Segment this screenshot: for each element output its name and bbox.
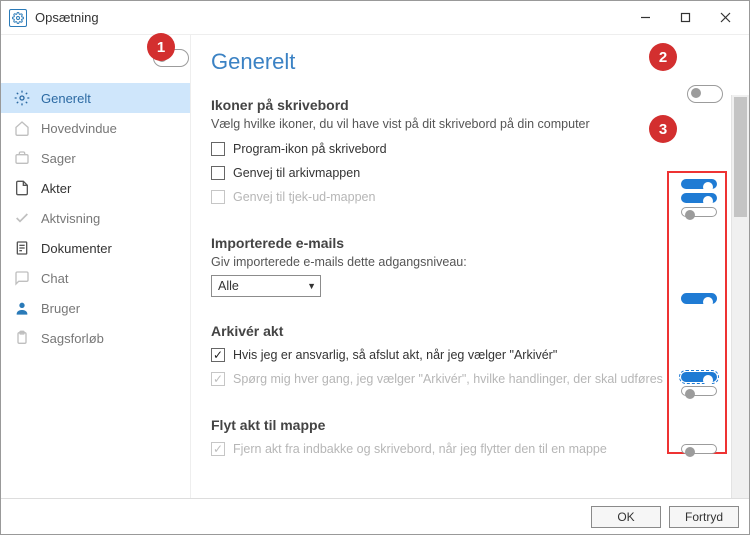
section-desktop-icons: Ikoner på skrivebord Vælg hvilke ikoner,… [211,97,713,209]
sidebar-item-label: Sagsforløb [41,331,104,346]
toggle-remove-on-move[interactable] [681,444,717,454]
sidebar-item-label: Generelt [41,91,91,106]
sidebar-item-label: Aktvisning [41,211,100,226]
toggle-email-access[interactable] [681,293,717,303]
dialog-footer: OK Fortryd [1,498,749,534]
checkbox-label: Genvej til tjek-ud-mappen [233,190,375,204]
main-pane: 2 3 Generelt Ikoner på skrivebord Vælg h… [191,35,749,498]
sidebar-item-sagsforlob[interactable]: Sagsforløb [1,323,190,353]
check-icon [13,210,31,226]
scrollbar[interactable] [731,95,749,498]
checkbox-icon [211,190,225,204]
toggle-program-icon[interactable] [681,179,717,189]
checkbox-icon [211,348,225,362]
toggle-checkout-shortcut[interactable] [681,207,717,217]
sidebar-item-label: Sager [41,151,76,166]
toggle-ask-on-archive[interactable] [681,386,717,396]
home-icon [13,120,31,136]
access-level-select[interactable]: Alle ▼ [211,275,321,297]
scrollbar-thumb[interactable] [734,97,747,217]
checkbox-finish-on-archive[interactable]: Hvis jeg er ansvarlig, så afslut akt, nå… [211,343,713,367]
user-icon [13,300,31,316]
checkbox-ask-on-archive: Spørg mig hver gang, jeg vælger "Arkivér… [211,367,713,391]
sidebar-item-label: Bruger [41,301,80,316]
callout-marker-2: 2 [649,43,677,71]
callout-marker-3: 3 [649,115,677,143]
titlebar: Opsætning [1,1,749,35]
callout-marker-1: 1 [147,33,175,61]
section-heading: Flyt akt til mappe [211,417,713,433]
chevron-down-icon: ▼ [307,281,316,291]
settings-window: Opsætning 1 Generelt Hovedvindue Sager [0,0,750,535]
section-heading: Arkivér akt [211,323,713,339]
cancel-button[interactable]: Fortryd [669,506,739,528]
checkbox-label: Fjern akt fra indbakke og skrivebord, nå… [233,442,607,456]
checkbox-label: Hvis jeg er ansvarlig, så afslut akt, nå… [233,348,557,362]
section-description: Vælg hvilke ikoner, du vil have vist på … [211,117,713,131]
clipboard-icon [13,330,31,346]
checkbox-program-icon[interactable]: Program-ikon på skrivebord [211,137,713,161]
sidebar-item-label: Dokumenter [41,241,112,256]
checkbox-archive-shortcut[interactable]: Genvej til arkivmappen [211,161,713,185]
checkbox-icon [211,166,225,180]
checkbox-label: Spørg mig hver gang, jeg vælger "Arkivér… [233,372,663,386]
window-title: Opsætning [35,10,625,25]
chat-icon [13,270,31,286]
checkbox-icon [211,142,225,156]
section-heading: Ikoner på skrivebord [211,97,713,113]
sidebar-item-label: Akter [41,181,71,196]
checkbox-label: Genvej til arkivmappen [233,166,360,180]
document-icon [13,240,31,256]
sidebar-item-aktvisning[interactable]: Aktvisning [1,203,190,233]
window-body: Generelt Hovedvindue Sager Akter Aktvisn… [1,35,749,498]
sidebar-item-akter[interactable]: Akter [1,173,190,203]
ok-button[interactable]: OK [591,506,661,528]
sidebar-item-bruger[interactable]: Bruger [1,293,190,323]
sidebar-item-label: Hovedvindue [41,121,117,136]
sidebar-item-generelt[interactable]: Generelt [1,83,190,113]
select-value: Alle [218,279,239,293]
gear-icon [9,9,27,27]
sidebar-item-chat[interactable]: Chat [1,263,190,293]
section-description: Giv importerede e-mails dette adgangsniv… [211,255,713,269]
sidebar-item-hovedvindue[interactable]: Hovedvindue [1,113,190,143]
section-archive-act: Arkivér akt Hvis jeg er ansvarlig, så af… [211,323,713,391]
checkbox-icon [211,372,225,386]
section-heading: Importerede e-mails [211,235,713,251]
section-move-act: Flyt akt til mappe Fjern akt fra indbakk… [211,417,713,461]
sidebar: Generelt Hovedvindue Sager Akter Aktvisn… [1,35,191,498]
toggle-archive-shortcut[interactable] [681,193,717,203]
checkbox-checkout-shortcut: Genvej til tjek-ud-mappen [211,185,713,209]
checkbox-label: Program-ikon på skrivebord [233,142,387,156]
sidebar-item-dokumenter[interactable]: Dokumenter [1,233,190,263]
section-imported-emails: Importerede e-mails Giv importerede e-ma… [211,235,713,297]
gear-icon [13,90,31,106]
sidebar-item-label: Chat [41,271,68,286]
close-button[interactable] [705,3,745,33]
briefcase-icon [13,150,31,166]
switch-column [667,171,727,454]
toggle-finish-on-archive[interactable] [681,372,717,382]
checkbox-icon [211,442,225,456]
sidebar-item-sager[interactable]: Sager [1,143,190,173]
file-icon [13,180,31,196]
minimize-button[interactable] [625,3,665,33]
checkbox-remove-on-move: Fjern akt fra indbakke og skrivebord, nå… [211,437,713,461]
page-title: Generelt [211,49,713,75]
maximize-button[interactable] [665,3,705,33]
